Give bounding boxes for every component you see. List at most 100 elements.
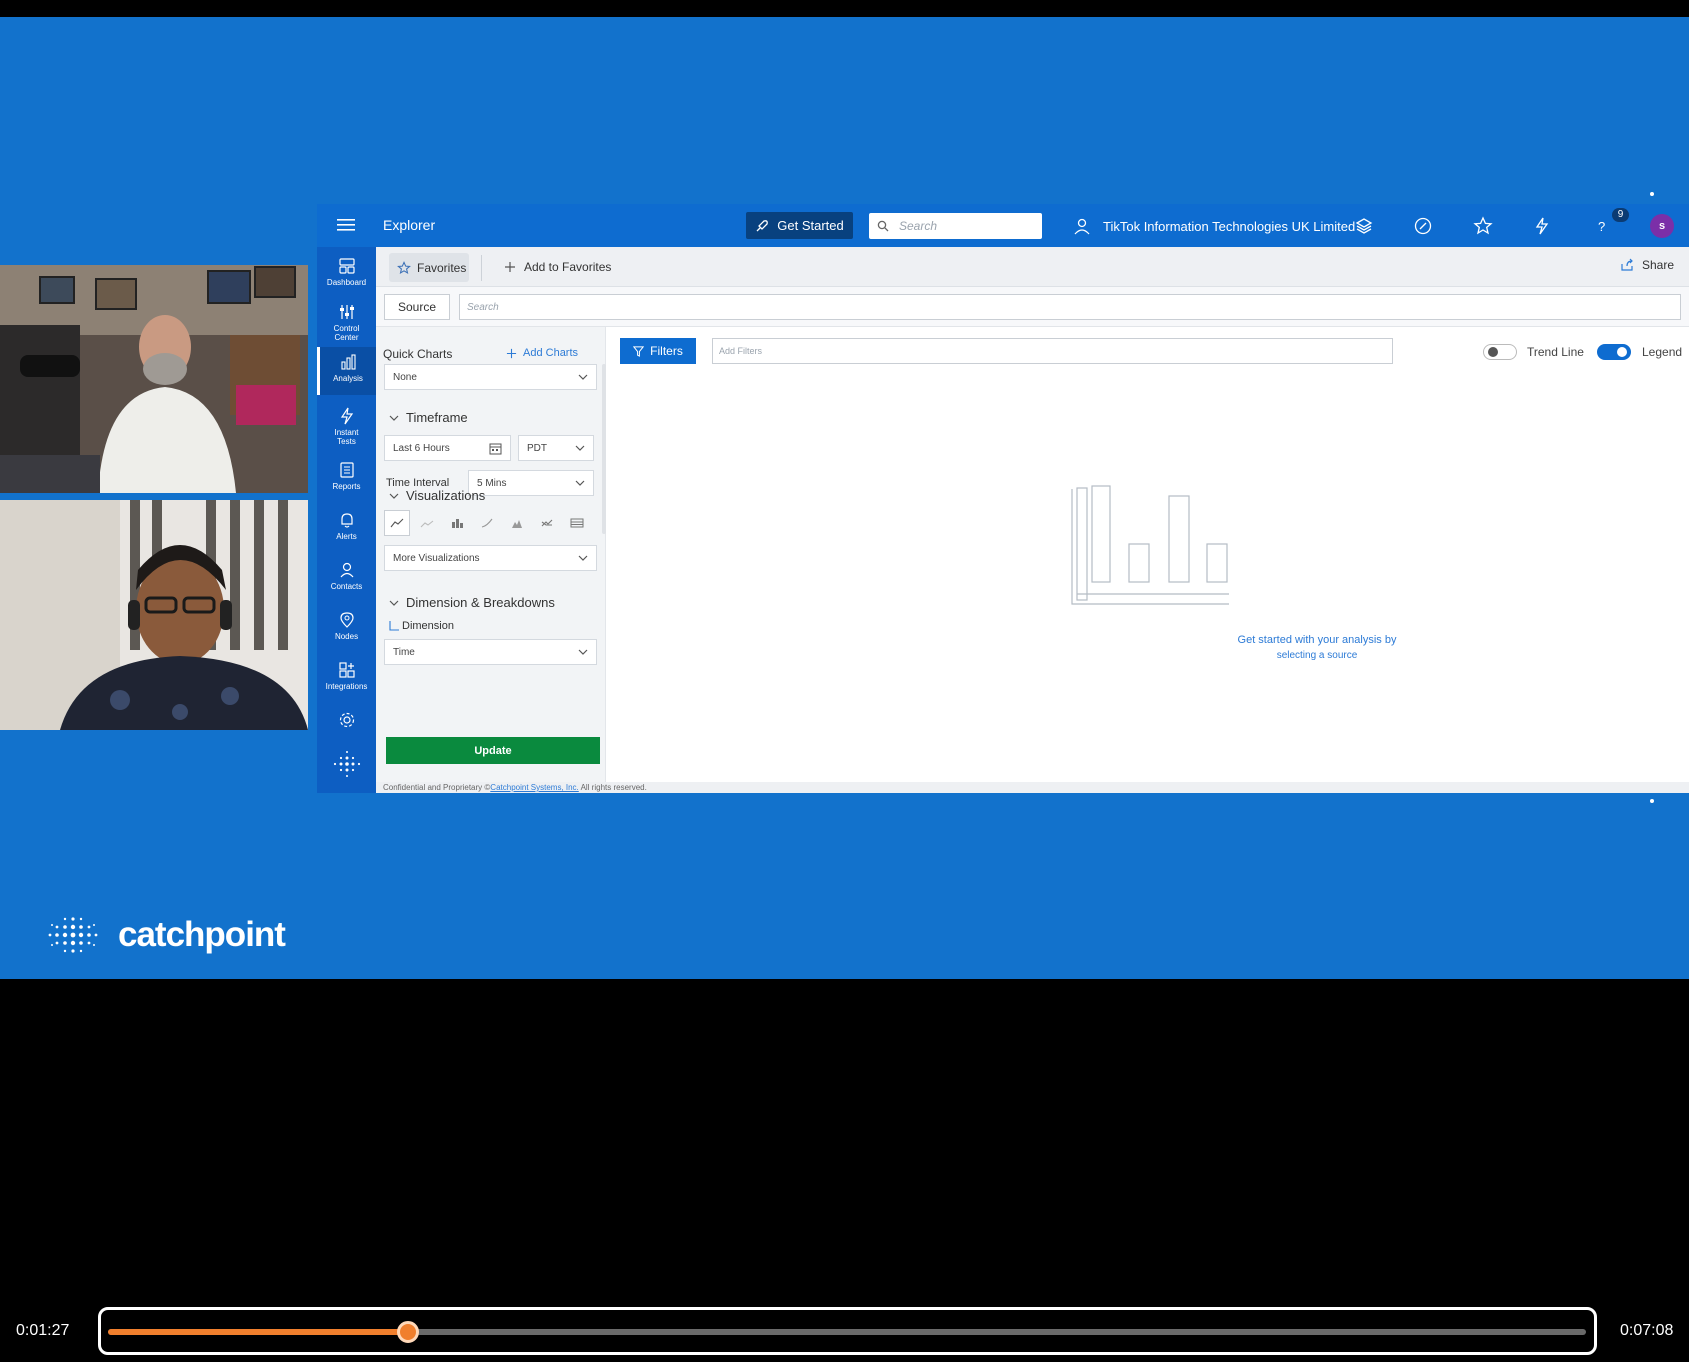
- curve-chart-icon: [481, 518, 493, 528]
- toggle-knob: [1617, 347, 1627, 357]
- person-icon: [340, 562, 353, 578]
- notification-badge: 9: [1612, 208, 1629, 222]
- explorer-app-window: Explorer Get Started Search TikTok Infor…: [317, 204, 1689, 793]
- report-icon: [339, 462, 354, 478]
- add-charts-button[interactable]: Add Charts: [506, 347, 578, 359]
- footer-link[interactable]: Catchpoint Systems, Inc.: [490, 783, 578, 792]
- dimension-select[interactable]: Time: [384, 639, 597, 665]
- nav-label: Integrations: [325, 682, 368, 691]
- timezone-select[interactable]: PDT: [518, 435, 594, 461]
- get-started-button[interactable]: Get Started: [746, 212, 853, 239]
- catchpoint-logo: catchpoint: [42, 912, 286, 958]
- toggle-knob: [1488, 347, 1498, 357]
- compass-icon[interactable]: [1413, 216, 1433, 236]
- brand-name: catchpoint: [118, 915, 286, 954]
- nav-item-control-center[interactable]: Control Center: [317, 303, 376, 342]
- chevron-down-icon: [578, 649, 588, 655]
- nav-label: Dashboard: [326, 278, 367, 287]
- timeframe-section-header[interactable]: Timeframe: [389, 410, 468, 425]
- nav-item-settings[interactable]: [317, 711, 376, 732]
- legend-label: Legend: [1642, 345, 1683, 359]
- time-interval-select[interactable]: 5 Mins: [468, 470, 594, 496]
- viz-stacked-button[interactable]: [504, 510, 530, 536]
- nav-item-analysis[interactable]: Analysis: [317, 347, 376, 395]
- chevron-down-icon: [389, 493, 399, 499]
- favorites-label: Favorites: [417, 260, 467, 275]
- section-title: Timeframe: [406, 410, 468, 425]
- star-icon[interactable]: [1473, 216, 1493, 236]
- add-to-favorites-button[interactable]: Add to Favorites: [504, 260, 611, 274]
- svg-text:?: ?: [1598, 219, 1605, 234]
- avatar[interactable]: s: [1650, 214, 1674, 238]
- select-value: PDT: [527, 442, 547, 454]
- viz-area-button[interactable]: [414, 510, 440, 536]
- bar-chart-icon: [452, 519, 463, 528]
- viz-scatter-button[interactable]: [474, 510, 500, 536]
- nav-item-integrations[interactable]: Integrations: [317, 661, 376, 691]
- seek-bar[interactable]: [108, 1321, 1586, 1343]
- lightning-icon: [340, 407, 353, 425]
- hamburger-menu-icon[interactable]: [337, 216, 357, 234]
- viz-line-button[interactable]: [384, 510, 410, 536]
- viz-split-button[interactable]: [534, 510, 560, 536]
- nav-item-nodes[interactable]: Nodes: [317, 611, 376, 641]
- visualization-type-picker: [384, 510, 590, 536]
- empty-chart-illustration: [1071, 485, 1229, 605]
- trend-line-label: Trend Line: [1527, 345, 1584, 359]
- nav-item-reports[interactable]: Reports: [317, 461, 376, 491]
- dimension-section-header[interactable]: Dimension & Breakdowns: [389, 595, 555, 610]
- user-icon: [1074, 218, 1090, 235]
- nav-label: Instant Tests: [334, 428, 359, 446]
- empty-state-line-2[interactable]: selecting a source: [1167, 648, 1467, 664]
- rocket-icon: [756, 219, 769, 231]
- webcam-presenter-2: [0, 500, 308, 730]
- source-search-input[interactable]: Search: [459, 294, 1681, 320]
- panel-scrollbar[interactable]: [602, 364, 606, 534]
- add-filters-input[interactable]: Add Filters: [712, 338, 1393, 364]
- current-time: 0:01:27: [16, 1322, 70, 1339]
- update-button[interactable]: Update: [386, 737, 600, 764]
- help-icon[interactable]: ?: [1592, 216, 1612, 236]
- plus-icon: [506, 348, 517, 358]
- calendar-icon: [489, 443, 502, 454]
- search-placeholder: Search: [899, 219, 938, 233]
- empty-state-message: Get started with your analysis by select…: [1167, 632, 1467, 664]
- footer: Confidential and Proprietary ©Catchpoint…: [376, 782, 1689, 793]
- nav-item-logo[interactable]: [317, 749, 376, 782]
- nav-item-contacts[interactable]: Contacts: [317, 561, 376, 591]
- filters-label: Filters: [650, 344, 683, 358]
- search-icon: [877, 220, 889, 232]
- top-search-input[interactable]: Search: [869, 213, 1042, 239]
- lightning-icon[interactable]: [1532, 216, 1552, 236]
- nav-item-alerts[interactable]: Alerts: [317, 511, 376, 541]
- viz-table-button[interactable]: [564, 510, 590, 536]
- layers-icon[interactable]: [1354, 216, 1374, 236]
- seek-handle[interactable]: [397, 1321, 420, 1343]
- nav-item-instant-tests[interactable]: Instant Tests: [317, 407, 376, 446]
- legend-toggle[interactable]: [1597, 344, 1631, 360]
- more-visualizations-select[interactable]: More Visualizations: [384, 545, 597, 571]
- quick-charts-select[interactable]: None: [384, 364, 597, 390]
- add-to-favorites-label: Add to Favorites: [524, 260, 612, 274]
- filters-button[interactable]: Filters: [620, 338, 696, 364]
- visualizations-section-title[interactable]: Visualizations: [389, 488, 485, 503]
- source-button[interactable]: Source: [384, 294, 450, 320]
- filter-icon: [633, 345, 645, 357]
- area-chart-icon: [420, 520, 434, 528]
- divider: [481, 255, 482, 281]
- total-time: 0:07:08: [1620, 1322, 1674, 1339]
- plus-grid-icon: [338, 662, 355, 678]
- share-icon: [1621, 258, 1633, 271]
- timeframe-select[interactable]: Last 6 Hours: [384, 435, 511, 461]
- viz-bar-button[interactable]: [444, 510, 470, 536]
- plus-icon: [505, 262, 515, 272]
- select-value: Time: [393, 646, 415, 658]
- dimension-label-text: Dimension: [402, 620, 454, 632]
- share-button[interactable]: Share: [1620, 258, 1674, 272]
- trend-line-toggle[interactable]: [1483, 344, 1517, 360]
- organization-selector[interactable]: TikTok Information Technologies UK Limit…: [1073, 217, 1355, 235]
- nav-item-dashboard[interactable]: Dashboard: [317, 257, 376, 287]
- chevron-down-icon: [575, 480, 585, 486]
- video-player: catchpoint Explorer Get Started Search T…: [0, 0, 1689, 1362]
- favorites-button[interactable]: Favorites: [389, 253, 469, 282]
